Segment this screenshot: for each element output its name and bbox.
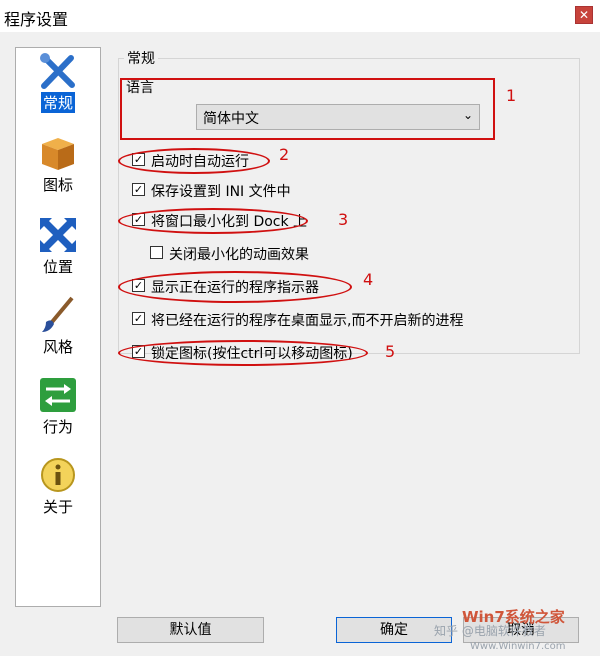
brush-icon — [42, 296, 74, 332]
sidebar-item-style[interactable]: 风格 — [16, 296, 100, 368]
box-icon — [42, 138, 74, 170]
sidebar-item-label: 行为 — [42, 418, 73, 436]
title-bar: 程序设置 ✕ — [0, 0, 600, 32]
sidebar-item-label: 常规 — [40, 92, 75, 113]
sidebar-item-label: 图标 — [42, 176, 73, 194]
annotation-number-4: 4 — [363, 270, 374, 289]
annotation-number-3: 3 — [338, 210, 349, 229]
sidebar-item-icons[interactable]: 图标 — [16, 134, 100, 206]
arrows-icon — [40, 218, 76, 252]
sidebar-item-behavior[interactable]: 行为 — [16, 376, 100, 448]
window-title: 程序设置 — [4, 10, 69, 29]
annotation-number-5: 5 — [385, 342, 396, 361]
tools-icon — [40, 53, 75, 89]
sidebar-item-label: 风格 — [42, 338, 73, 356]
annotation-box-1 — [120, 78, 495, 140]
info-icon — [41, 458, 75, 492]
settings-sidebar: 常规 图标 位置 风格 行为 关于 — [15, 47, 101, 607]
close-button[interactable]: ✕ — [575, 6, 593, 24]
option-label: 保存设置到 INI 文件中 — [151, 184, 291, 200]
site-url-watermark: Www.Winwin7.com — [470, 641, 566, 652]
annotation-number-2: 2 — [279, 145, 290, 164]
annotation-ellipse-4 — [118, 271, 352, 303]
sidebar-item-about[interactable]: 关于 — [16, 456, 100, 528]
checkbox[interactable]: ✓ — [132, 183, 145, 196]
annotation-number-1: 1 — [506, 86, 517, 105]
checkbox[interactable]: ✓ — [132, 312, 145, 325]
sidebar-item-label: 关于 — [42, 498, 73, 516]
sidebar-item-general[interactable]: 常规 — [16, 52, 100, 124]
swap-arrows-icon — [40, 378, 76, 412]
annotation-ellipse-3 — [118, 208, 308, 234]
group-title: 常规 — [124, 48, 158, 68]
annotation-ellipse-2 — [118, 148, 270, 174]
restore-defaults-button[interactable]: 默认值 — [117, 617, 264, 643]
site-watermark: Win7系统之家 — [462, 608, 565, 626]
annotation-ellipse-5 — [118, 340, 368, 366]
option-label: 将已经在运行的程序在桌面显示,而不开启新的进程 — [151, 313, 464, 329]
option-label: 关闭最小化的动画效果 — [169, 247, 309, 263]
sidebar-item-position[interactable]: 位置 — [16, 216, 100, 288]
sidebar-item-label: 位置 — [42, 258, 73, 276]
checkbox[interactable] — [150, 246, 163, 259]
